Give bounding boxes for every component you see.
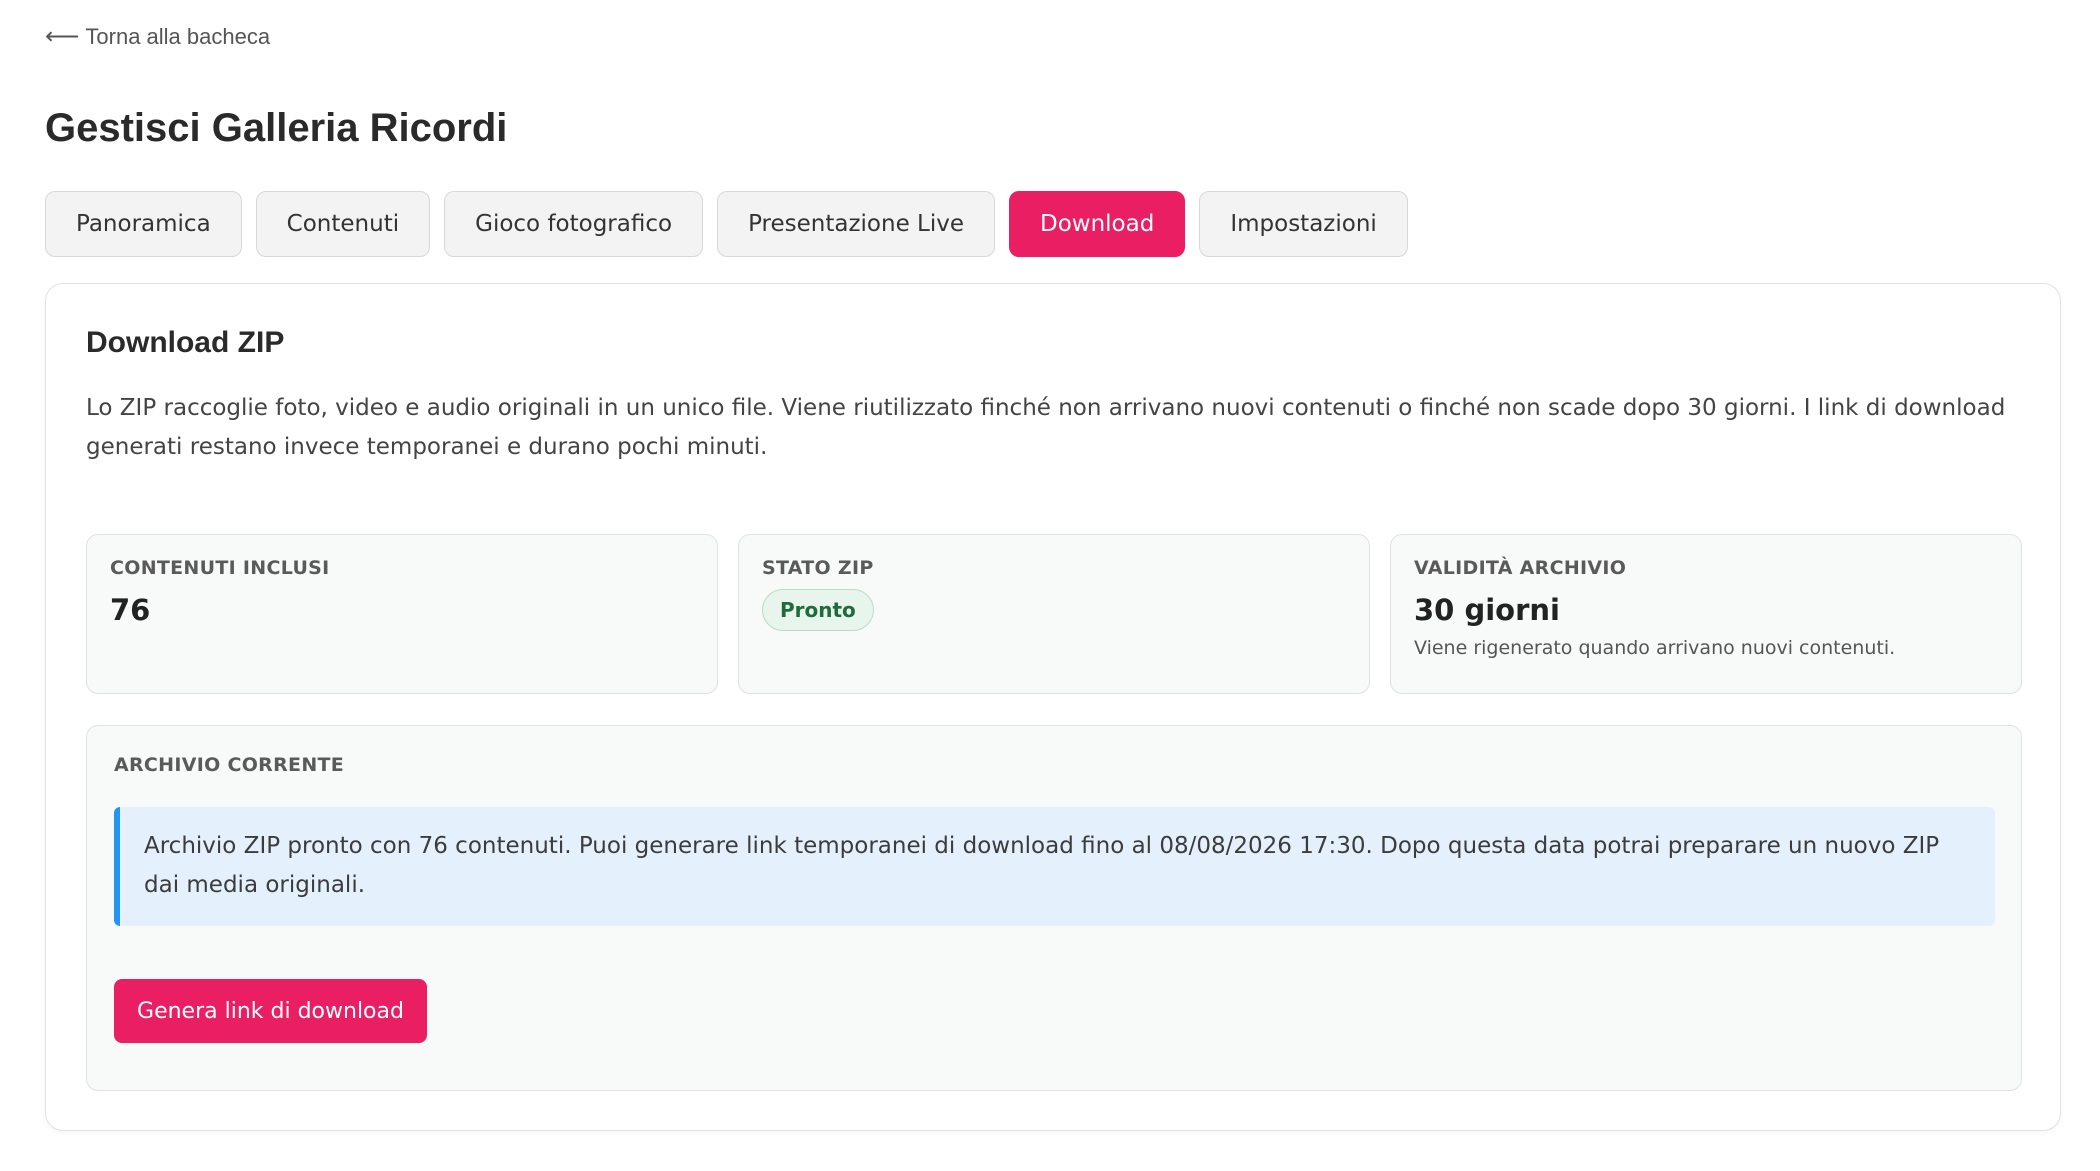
tab-download[interactable]: Download bbox=[1009, 191, 1186, 257]
download-description: Lo ZIP raccoglie foto, video e audio ori… bbox=[86, 395, 2006, 460]
back-link-label: Torna alla bacheca bbox=[85, 23, 271, 49]
tab-gioco-fotografico[interactable]: Gioco fotografico bbox=[444, 191, 704, 257]
back-to-dashboard-link[interactable]: ⟵ Torna alla bacheca bbox=[45, 22, 270, 51]
stat-label: CONTENUTI INCLUSI bbox=[110, 557, 330, 579]
current-archive-label: ARCHIVIO CORRENTE bbox=[114, 754, 345, 776]
stat-value: 76 bbox=[110, 593, 151, 627]
archive-info-message: Archivio ZIP pronto con 76 contenuti. Pu… bbox=[114, 807, 1995, 926]
tab-impostazioni[interactable]: Impostazioni bbox=[1199, 191, 1408, 257]
stat-contents-included: CONTENUTI INCLUSI 76 bbox=[86, 534, 718, 694]
page-title: Gestisci Galleria Ricordi bbox=[45, 106, 508, 150]
stat-value: 30 giorni bbox=[1414, 593, 1560, 627]
tab-bar: Panoramica Contenuti Gioco fotografico P… bbox=[45, 191, 1408, 257]
download-card: Download ZIP Lo ZIP raccoglie foto, vide… bbox=[45, 283, 2061, 1131]
stat-archive-validity: VALIDITÀ ARCHIVIO 30 giorni Viene rigene… bbox=[1390, 534, 2022, 694]
generate-download-link-button[interactable]: Genera link di download bbox=[114, 979, 427, 1043]
stat-label: STATO ZIP bbox=[762, 557, 874, 579]
download-card-title: Download ZIP bbox=[86, 326, 285, 359]
tab-panoramica[interactable]: Panoramica bbox=[45, 191, 242, 257]
stats-row: CONTENUTI INCLUSI 76 STATO ZIP Pronto VA… bbox=[86, 534, 2022, 694]
tab-presentazione-live[interactable]: Presentazione Live bbox=[717, 191, 995, 257]
status-badge: Pronto bbox=[762, 589, 874, 631]
stat-note: Viene rigenerato quando arrivano nuovi c… bbox=[1414, 637, 1896, 659]
current-archive-panel: ARCHIVIO CORRENTE Archivio ZIP pronto co… bbox=[86, 725, 2022, 1091]
arrow-left-icon: ⟵ bbox=[45, 23, 80, 50]
stat-label: VALIDITÀ ARCHIVIO bbox=[1414, 557, 1627, 579]
stat-zip-status: STATO ZIP Pronto bbox=[738, 534, 1370, 694]
tab-contenuti[interactable]: Contenuti bbox=[255, 191, 431, 257]
